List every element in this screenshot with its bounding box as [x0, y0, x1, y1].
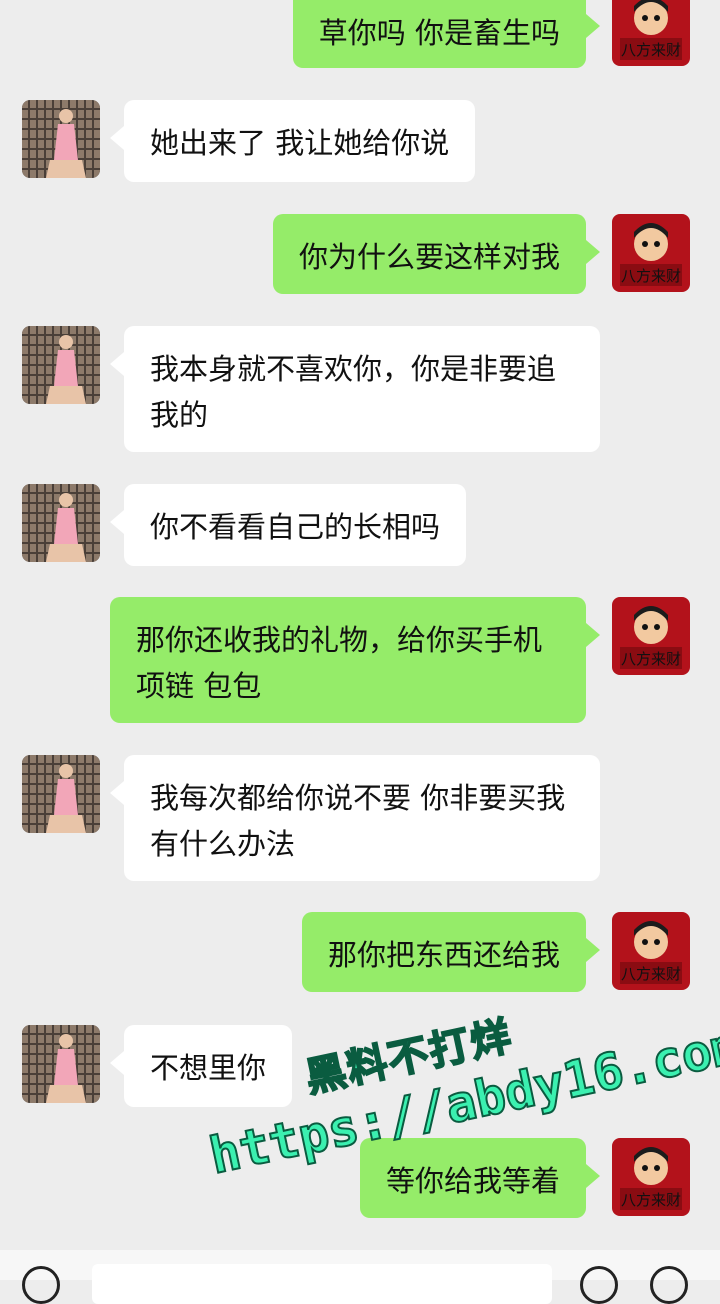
svg-text:八方来财: 八方来财 [621, 41, 681, 59]
input-bar [0, 1250, 720, 1304]
incoming-message[interactable]: 你不看看自己的长相吗 [109, 484, 467, 566]
outgoing-message[interactable]: 草你吗 你是畜生吗 [292, 0, 601, 68]
self-avatar-icon[interactable]: 八方来财 [612, 0, 690, 66]
contact-avatar-icon[interactable] [22, 326, 100, 404]
incoming-message[interactable]: 我本身就不喜欢你，你是非要追我的 [110, 326, 600, 452]
self-avatar-icon[interactable]: 八方来财 [612, 214, 690, 292]
self-avatar-icon[interactable]: 八方来财 [612, 597, 690, 675]
contact-avatar-icon[interactable] [22, 755, 100, 833]
message-input[interactable] [92, 1264, 552, 1304]
self-avatar-icon[interactable]: 八方来财 [612, 1138, 690, 1216]
outgoing-message[interactable]: 那你把东西还给我 [301, 912, 601, 992]
voice-toggle-icon[interactable] [22, 1266, 60, 1304]
contact-avatar-icon[interactable] [22, 484, 100, 562]
self-avatar-icon[interactable]: 八方来财 [612, 912, 690, 990]
svg-text:八方来财: 八方来财 [621, 267, 681, 285]
watermark-title: 黑料不打烊 [301, 1012, 518, 1103]
incoming-message[interactable]: 不想里你 [109, 1025, 293, 1107]
outgoing-message[interactable]: 等你给我等着 [359, 1138, 601, 1218]
chat-area[interactable]: 草你吗 你是畜生吗 八方来财 她出来了 我让她给你说 你为什么要这样对我 八方来… [0, 0, 720, 1250]
incoming-message[interactable]: 她出来了 我让她给你说 [109, 100, 476, 182]
emoji-icon[interactable] [580, 1266, 618, 1304]
contact-avatar-icon[interactable] [22, 100, 100, 178]
contact-avatar-icon[interactable] [22, 1025, 100, 1103]
svg-text:八方来财: 八方来财 [621, 650, 681, 668]
plus-icon[interactable] [650, 1266, 688, 1304]
svg-text:八方来财: 八方来财 [621, 965, 681, 983]
svg-text:八方来财: 八方来财 [621, 1191, 681, 1209]
incoming-message[interactable]: 我每次都给你说不要 你非要买我有什么办法 [110, 755, 600, 881]
outgoing-message[interactable]: 那你还收我的礼物，给你买手机 项链 包包 [110, 597, 600, 723]
outgoing-message[interactable]: 你为什么要这样对我 [272, 214, 601, 294]
